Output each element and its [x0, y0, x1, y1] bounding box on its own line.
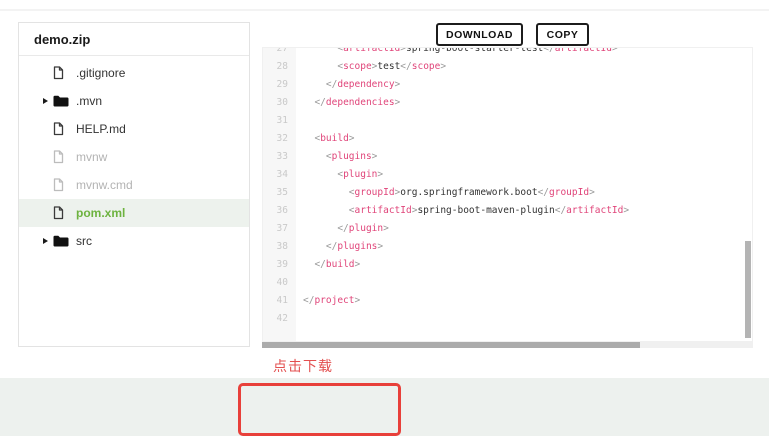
tree-item-gitignore[interactable]: .gitignore — [19, 59, 249, 87]
tree-item-mvn[interactable]: .mvn — [19, 87, 249, 115]
expand-caret-icon[interactable] — [43, 238, 53, 244]
top-divider — [0, 9, 769, 11]
file-icon — [53, 66, 74, 80]
code-line: <plugin> — [337, 169, 384, 180]
folder-icon — [53, 235, 74, 247]
tree-item-pom-xml[interactable]: pom.xml — [19, 199, 249, 227]
file-icon — [53, 178, 74, 192]
code-line: <artifactId>spring-boot-maven-plugin</ar… — [348, 205, 630, 216]
horizontal-scrollbar[interactable] — [262, 342, 753, 348]
line-numbers: 27 28 29 30 31 32 33 34 35 36 37 38 39 40 41 42 — [276, 47, 288, 324]
file-icon — [53, 122, 74, 136]
code-line: </plugins> — [325, 241, 384, 252]
tree-item-mvnw[interactable]: mvnw — [19, 143, 249, 171]
code-line: <plugins> — [325, 151, 378, 162]
file-icon — [53, 206, 74, 220]
archive-title: demo.zip — [19, 23, 249, 56]
annotation-text: 点击下载 — [273, 358, 333, 374]
explore-modal: DOWNLOAD COPY demo.zip .gitignore .mvn HEL… — [0, 0, 769, 442]
footer-bar: DOWNLOAD ⌘ +↵ CLOSE ESC — [0, 378, 769, 436]
vertical-scrollbar-thumb[interactable] — [745, 241, 751, 338]
vertical-scrollbar[interactable] — [745, 48, 751, 341]
horizontal-scrollbar-thumb[interactable] — [262, 342, 640, 348]
tree-item-src[interactable]: src — [19, 227, 249, 255]
tree-item-label: pom.xml — [76, 206, 126, 220]
tree-item-mvnw-cmd[interactable]: mvnw.cmd — [19, 171, 249, 199]
tree-item-label: .mvn — [76, 94, 103, 108]
code-line: <scope>test</scope> — [337, 61, 447, 72]
copy-top-button[interactable]: COPY — [536, 23, 589, 46]
tree-item-label: mvnw — [76, 150, 108, 164]
file-tree-panel: demo.zip .gitignore .mvn HELP.md mvnw mvnw.c… — [18, 22, 250, 347]
code-line: </dependencies> — [314, 97, 401, 108]
code-preview-panel: 27 28 29 30 31 32 33 34 35 36 37 38 39 40 41 42 <artifa… — [262, 47, 753, 342]
tree-item-label: src — [76, 234, 92, 248]
code-line: </dependency> — [325, 79, 401, 90]
expand-caret-icon[interactable] — [43, 98, 53, 104]
file-tree: .gitignore .mvn HELP.md mvnw mvnw.cmd pom.xml… — [19, 56, 249, 255]
code-content: <artifactId>spring-boot-starter-test</ar… — [296, 47, 630, 328]
code-line: </build> — [314, 259, 361, 270]
tree-item-label: mvnw.cmd — [76, 178, 133, 192]
code-line: <build> — [314, 133, 355, 144]
download-top-button[interactable]: DOWNLOAD — [436, 23, 523, 46]
tree-item-label: HELP.md — [76, 122, 126, 136]
code-line: <groupId>org.springframework.boot</group… — [348, 187, 595, 198]
tree-item-label: .gitignore — [76, 66, 126, 80]
folder-icon — [53, 95, 74, 107]
code-line: </plugin> — [337, 223, 389, 234]
tree-item-help-md[interactable]: HELP.md — [19, 115, 249, 143]
code-line: </project> — [303, 295, 361, 306]
file-icon — [53, 150, 74, 164]
code-line: <artifactId>spring-boot-starter-test</ar… — [337, 47, 618, 54]
